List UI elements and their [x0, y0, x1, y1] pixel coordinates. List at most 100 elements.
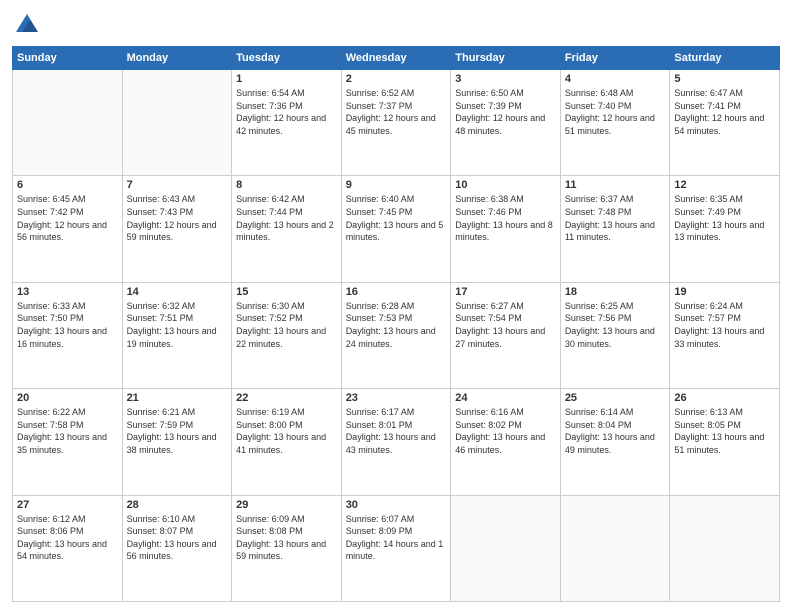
- calendar-cell: 24Sunrise: 6:16 AM Sunset: 8:02 PM Dayli…: [451, 389, 561, 495]
- day-number: 5: [674, 73, 775, 85]
- calendar-cell: [451, 495, 561, 601]
- weekday-header-friday: Friday: [560, 47, 670, 70]
- day-info: Sunrise: 6:50 AM Sunset: 7:39 PM Dayligh…: [455, 87, 556, 137]
- day-number: 28: [127, 499, 228, 511]
- day-info: Sunrise: 6:45 AM Sunset: 7:42 PM Dayligh…: [17, 193, 118, 243]
- day-number: 19: [674, 286, 775, 298]
- day-info: Sunrise: 6:37 AM Sunset: 7:48 PM Dayligh…: [565, 193, 666, 243]
- calendar-cell: 1Sunrise: 6:54 AM Sunset: 7:36 PM Daylig…: [232, 70, 342, 176]
- weekday-header-thursday: Thursday: [451, 47, 561, 70]
- calendar-cell: 7 Sunrise: 6:43 AM Sunset: 7:43 PM Daylig…: [122, 176, 232, 282]
- day-number: 3: [455, 73, 556, 85]
- calendar-cell: 21 Sunrise: 6:21 AM Sunset: 7:59 PM Dayli…: [122, 389, 232, 495]
- day-info: Sunrise: 6:48 AM Sunset: 7:40 PM Dayligh…: [565, 87, 666, 137]
- calendar-cell: 28 Sunrise: 6:10 AM Sunset: 8:07 PM Dayli…: [122, 495, 232, 601]
- day-info: Sunrise: 6:13 AM Sunset: 8:05 PM Dayligh…: [674, 406, 775, 456]
- day-info: Sunrise: 6:33 AM Sunset: 7:50 PM Dayligh…: [17, 300, 118, 350]
- day-number: 14: [127, 286, 228, 298]
- logo: [12, 10, 46, 40]
- weekday-header-wednesday: Wednesday: [341, 47, 451, 70]
- day-info: Sunrise: 6:32 AM Sunset: 7:51 PM Dayligh…: [127, 300, 228, 350]
- day-number: 2: [346, 73, 447, 85]
- week-row-1: 1Sunrise: 6:54 AM Sunset: 7:36 PM Daylig…: [13, 70, 780, 176]
- calendar-cell: 4 Sunrise: 6:48 AM Sunset: 7:40 PM Daylig…: [560, 70, 670, 176]
- day-number: 10: [455, 179, 556, 191]
- day-info: Sunrise: 6:16 AM Sunset: 8:02 PM Dayligh…: [455, 406, 556, 456]
- calendar-cell: [560, 495, 670, 601]
- calendar-cell: 25 Sunrise: 6:14 AM Sunset: 8:04 PM Dayli…: [560, 389, 670, 495]
- day-info: Sunrise: 6:19 AM Sunset: 8:00 PM Dayligh…: [236, 406, 337, 456]
- day-number: 6: [17, 179, 118, 191]
- day-info: Sunrise: 6:25 AM Sunset: 7:56 PM Dayligh…: [565, 300, 666, 350]
- day-info: Sunrise: 6:47 AM Sunset: 7:41 PM Dayligh…: [674, 87, 775, 137]
- day-info: Sunrise: 6:24 AM Sunset: 7:57 PM Dayligh…: [674, 300, 775, 350]
- weekday-header-tuesday: Tuesday: [232, 47, 342, 70]
- day-info: Sunrise: 6:40 AM Sunset: 7:45 PM Dayligh…: [346, 193, 447, 243]
- day-number: 11: [565, 179, 666, 191]
- calendar-cell: 12 Sunrise: 6:35 AM Sunset: 7:49 PM Dayli…: [670, 176, 780, 282]
- calendar-cell: 11 Sunrise: 6:37 AM Sunset: 7:48 PM Dayli…: [560, 176, 670, 282]
- calendar-cell: [122, 70, 232, 176]
- calendar-cell: 9 Sunrise: 6:40 AM Sunset: 7:45 PM Daylig…: [341, 176, 451, 282]
- day-number: 13: [17, 286, 118, 298]
- header: [12, 10, 780, 40]
- day-number: 27: [17, 499, 118, 511]
- calendar-cell: 23 Sunrise: 6:17 AM Sunset: 8:01 PM Dayli…: [341, 389, 451, 495]
- day-info: Sunrise: 6:14 AM Sunset: 8:04 PM Dayligh…: [565, 406, 666, 456]
- day-number: 8: [236, 179, 337, 191]
- weekday-header-row: SundayMondayTuesdayWednesdayThursdayFrid…: [13, 47, 780, 70]
- day-info: Sunrise: 6:17 AM Sunset: 8:01 PM Dayligh…: [346, 406, 447, 456]
- calendar-cell: 30Sunrise: 6:07 AM Sunset: 8:09 PM Dayli…: [341, 495, 451, 601]
- day-info: Sunrise: 6:43 AM Sunset: 7:43 PM Dayligh…: [127, 193, 228, 243]
- day-number: 29: [236, 499, 337, 511]
- day-number: 12: [674, 179, 775, 191]
- calendar-table: SundayMondayTuesdayWednesdayThursdayFrid…: [12, 46, 780, 602]
- weekday-header-monday: Monday: [122, 47, 232, 70]
- calendar-cell: 14 Sunrise: 6:32 AM Sunset: 7:51 PM Dayli…: [122, 282, 232, 388]
- day-info: Sunrise: 6:30 AM Sunset: 7:52 PM Dayligh…: [236, 300, 337, 350]
- calendar-cell: 6 Sunrise: 6:45 AM Sunset: 7:42 PM Daylig…: [13, 176, 123, 282]
- day-info: Sunrise: 6:42 AM Sunset: 7:44 PM Dayligh…: [236, 193, 337, 243]
- day-number: 4: [565, 73, 666, 85]
- day-info: Sunrise: 6:09 AM Sunset: 8:08 PM Dayligh…: [236, 513, 337, 563]
- day-number: 21: [127, 392, 228, 404]
- calendar-cell: 13 Sunrise: 6:33 AM Sunset: 7:50 PM Dayli…: [13, 282, 123, 388]
- logo-icon: [12, 10, 42, 40]
- calendar-cell: 29 Sunrise: 6:09 AM Sunset: 8:08 PM Dayli…: [232, 495, 342, 601]
- week-row-3: 13 Sunrise: 6:33 AM Sunset: 7:50 PM Dayli…: [13, 282, 780, 388]
- day-info: Sunrise: 6:35 AM Sunset: 7:49 PM Dayligh…: [674, 193, 775, 243]
- day-number: 7: [127, 179, 228, 191]
- calendar-cell: 2 Sunrise: 6:52 AM Sunset: 7:37 PM Daylig…: [341, 70, 451, 176]
- day-number: 1: [236, 73, 337, 85]
- day-number: 9: [346, 179, 447, 191]
- day-number: 17: [455, 286, 556, 298]
- calendar-cell: 16Sunrise: 6:28 AM Sunset: 7:53 PM Dayli…: [341, 282, 451, 388]
- calendar-cell: 18 Sunrise: 6:25 AM Sunset: 7:56 PM Dayli…: [560, 282, 670, 388]
- weekday-header-sunday: Sunday: [13, 47, 123, 70]
- weekday-header-saturday: Saturday: [670, 47, 780, 70]
- calendar-cell: 15 Sunrise: 6:30 AM Sunset: 7:52 PM Dayli…: [232, 282, 342, 388]
- week-row-4: 20Sunrise: 6:22 AM Sunset: 7:58 PM Dayli…: [13, 389, 780, 495]
- day-number: 30: [346, 499, 447, 511]
- page: SundayMondayTuesdayWednesdayThursdayFrid…: [0, 0, 792, 612]
- day-info: Sunrise: 6:21 AM Sunset: 7:59 PM Dayligh…: [127, 406, 228, 456]
- day-number: 23: [346, 392, 447, 404]
- day-number: 25: [565, 392, 666, 404]
- day-number: 22: [236, 392, 337, 404]
- calendar-cell: [13, 70, 123, 176]
- calendar-cell: 19 Sunrise: 6:24 AM Sunset: 7:57 PM Dayli…: [670, 282, 780, 388]
- calendar-cell: 3 Sunrise: 6:50 AM Sunset: 7:39 PM Daylig…: [451, 70, 561, 176]
- day-number: 15: [236, 286, 337, 298]
- calendar-cell: 10 Sunrise: 6:38 AM Sunset: 7:46 PM Dayli…: [451, 176, 561, 282]
- day-info: Sunrise: 6:27 AM Sunset: 7:54 PM Dayligh…: [455, 300, 556, 350]
- day-info: Sunrise: 6:12 AM Sunset: 8:06 PM Dayligh…: [17, 513, 118, 563]
- calendar-cell: 26Sunrise: 6:13 AM Sunset: 8:05 PM Dayli…: [670, 389, 780, 495]
- day-info: Sunrise: 6:10 AM Sunset: 8:07 PM Dayligh…: [127, 513, 228, 563]
- calendar-cell: 20Sunrise: 6:22 AM Sunset: 7:58 PM Dayli…: [13, 389, 123, 495]
- calendar-cell: [670, 495, 780, 601]
- calendar-cell: 5 Sunrise: 6:47 AM Sunset: 7:41 PM Daylig…: [670, 70, 780, 176]
- day-number: 18: [565, 286, 666, 298]
- day-info: Sunrise: 6:38 AM Sunset: 7:46 PM Dayligh…: [455, 193, 556, 243]
- day-info: Sunrise: 6:28 AM Sunset: 7:53 PM Dayligh…: [346, 300, 447, 350]
- day-info: Sunrise: 6:52 AM Sunset: 7:37 PM Dayligh…: [346, 87, 447, 137]
